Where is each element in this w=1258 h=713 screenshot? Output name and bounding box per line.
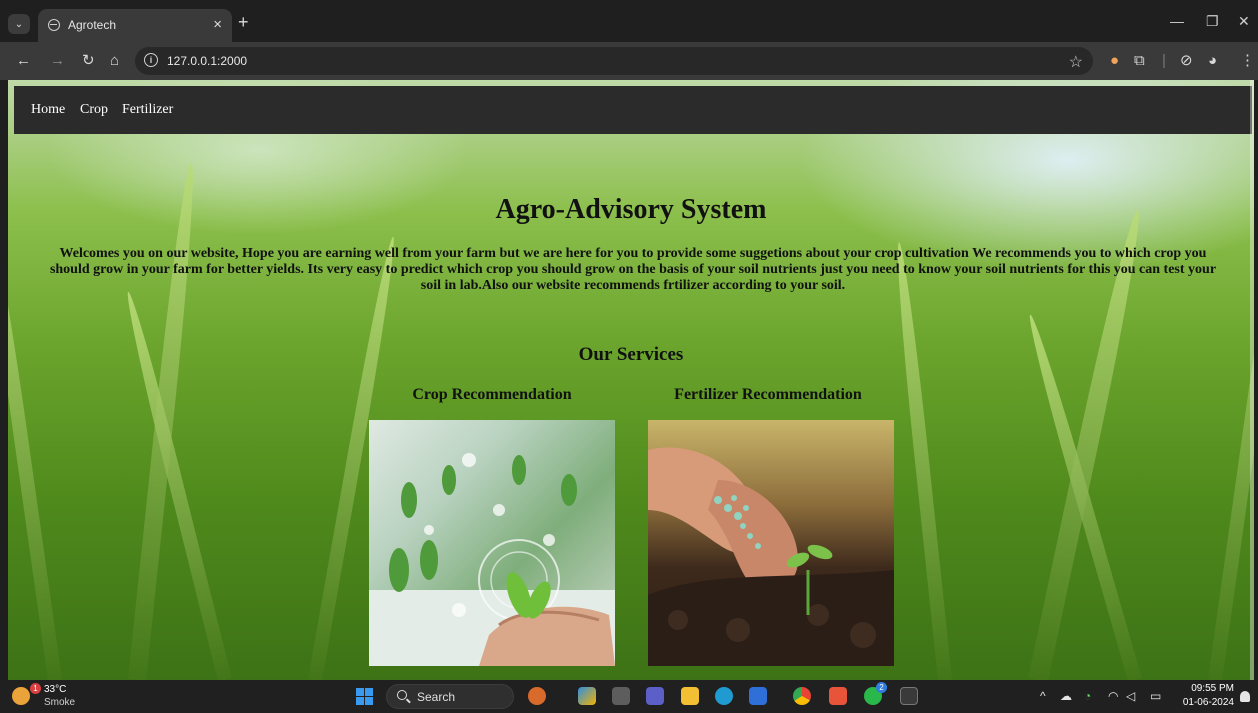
onedrive-icon[interactable]: ☁: [1060, 689, 1072, 703]
windows-start-icon[interactable]: [356, 688, 373, 705]
browser-tab-agrotech[interactable]: Agrotech ×: [38, 9, 232, 42]
extensions-puzzle-icon[interactable]: ⧉: [1134, 52, 1145, 70]
notification-bell-icon[interactable]: [1240, 691, 1250, 702]
home-icon[interactable]: ⌂: [110, 52, 119, 70]
close-window-icon[interactable]: ✕: [1238, 13, 1250, 30]
tab-search-menu-button[interactable]: ⌄: [8, 14, 30, 34]
taskbar-search[interactable]: Search: [386, 684, 514, 709]
back-icon[interactable]: ←: [16, 52, 31, 70]
chrome-icon[interactable]: [793, 687, 811, 705]
chevron-up-icon[interactable]: ^: [1040, 689, 1046, 703]
page-viewport: Home Crop Fertilizer Agro-Advisory Syste…: [8, 80, 1254, 680]
grass-blade: [892, 241, 952, 680]
search-label: Search: [417, 690, 456, 704]
media-icon[interactable]: ⊘: [1180, 52, 1193, 70]
app-icon-orange[interactable]: [829, 687, 847, 705]
nav-link-crop[interactable]: Crop: [80, 102, 108, 118]
clock-time[interactable]: 09:55 PM: [1190, 683, 1234, 694]
site-navbar: Home Crop Fertilizer: [14, 86, 1252, 134]
nav-link-fertilizer[interactable]: Fertilizer: [122, 102, 173, 118]
service-title-fertilizer: Fertilizer Recommendation: [674, 386, 862, 403]
intro-paragraph: Welcomes you on our website, Hope you ar…: [49, 246, 1217, 293]
site-info-icon[interactable]: i: [144, 53, 158, 67]
store-icon[interactable]: [749, 687, 767, 705]
fertilizer-recommendation-image[interactable]: [648, 420, 894, 666]
edge-icon[interactable]: [715, 687, 733, 705]
teams-icon[interactable]: [646, 687, 664, 705]
nav-link-home[interactable]: Home: [31, 102, 65, 118]
clock-date[interactable]: 01-06-2024: [1180, 697, 1234, 708]
weather-badge: 1: [30, 683, 41, 694]
bookmark-star-icon[interactable]: ☆: [1069, 52, 1083, 72]
tab-title: Agrotech: [68, 18, 117, 32]
forward-icon[interactable]: →: [50, 52, 65, 70]
widget-app-icon[interactable]: [528, 687, 546, 705]
file-explorer-icon[interactable]: [681, 687, 699, 705]
fertilizer-hand-illustration: [648, 447, 894, 666]
extension-icon[interactable]: ●: [1110, 52, 1119, 70]
more-menu-icon[interactable]: ⋮: [1240, 52, 1255, 70]
tab-close-button[interactable]: ×: [213, 16, 222, 33]
copilot-icon[interactable]: [578, 687, 596, 705]
whatsapp-badge: 2: [876, 682, 887, 693]
reload-icon[interactable]: ↻: [82, 52, 95, 70]
tray-app-icon[interactable]: ◔: [1084, 689, 1091, 703]
address-bar[interactable]: i 127.0.0.1:2000 ☆: [135, 47, 1093, 75]
restore-icon[interactable]: ❐: [1206, 13, 1219, 30]
browser-tabstrip: ⌄ Agrotech × + — ❐ ✕: [0, 0, 1258, 42]
minimize-icon[interactable]: —: [1170, 13, 1184, 29]
toolbar-divider: |: [1162, 52, 1166, 69]
address-url[interactable]: 127.0.0.1:2000: [167, 54, 247, 68]
services-heading: Our Services: [578, 344, 684, 365]
weather-icon[interactable]: [12, 687, 30, 705]
service-title-crop: Crop Recommendation: [412, 386, 572, 403]
terminal-icon[interactable]: [900, 687, 918, 705]
weather-temperature[interactable]: 33°C: [44, 684, 66, 695]
taskbar: 1 33°C Smoke Search 2 ^ ☁ ◔ ◠ ◁ ▭ 09:55 …: [0, 680, 1258, 713]
volume-icon[interactable]: ◁: [1126, 689, 1135, 703]
seedling-hand-illustration: [369, 453, 615, 666]
globe-icon: [48, 19, 60, 31]
browser-toolbar: ← → ↻ ⌂ i 127.0.0.1:2000 ☆ ● ⧉ | ⊘ ◕ ⋮: [0, 42, 1258, 80]
search-icon: [397, 690, 407, 700]
new-tab-button[interactable]: +: [238, 12, 249, 33]
task-view-icon[interactable]: [612, 687, 630, 705]
wifi-icon[interactable]: ◠: [1108, 689, 1118, 703]
battery-icon[interactable]: ▭: [1150, 689, 1161, 703]
weather-condition[interactable]: Smoke: [44, 697, 75, 708]
page-scrollbar[interactable]: [1250, 80, 1254, 680]
page-title: Agro-Advisory System: [495, 194, 767, 225]
profile-avatar-icon[interactable]: ◕: [1208, 52, 1217, 70]
crop-recommendation-image[interactable]: [369, 420, 615, 666]
